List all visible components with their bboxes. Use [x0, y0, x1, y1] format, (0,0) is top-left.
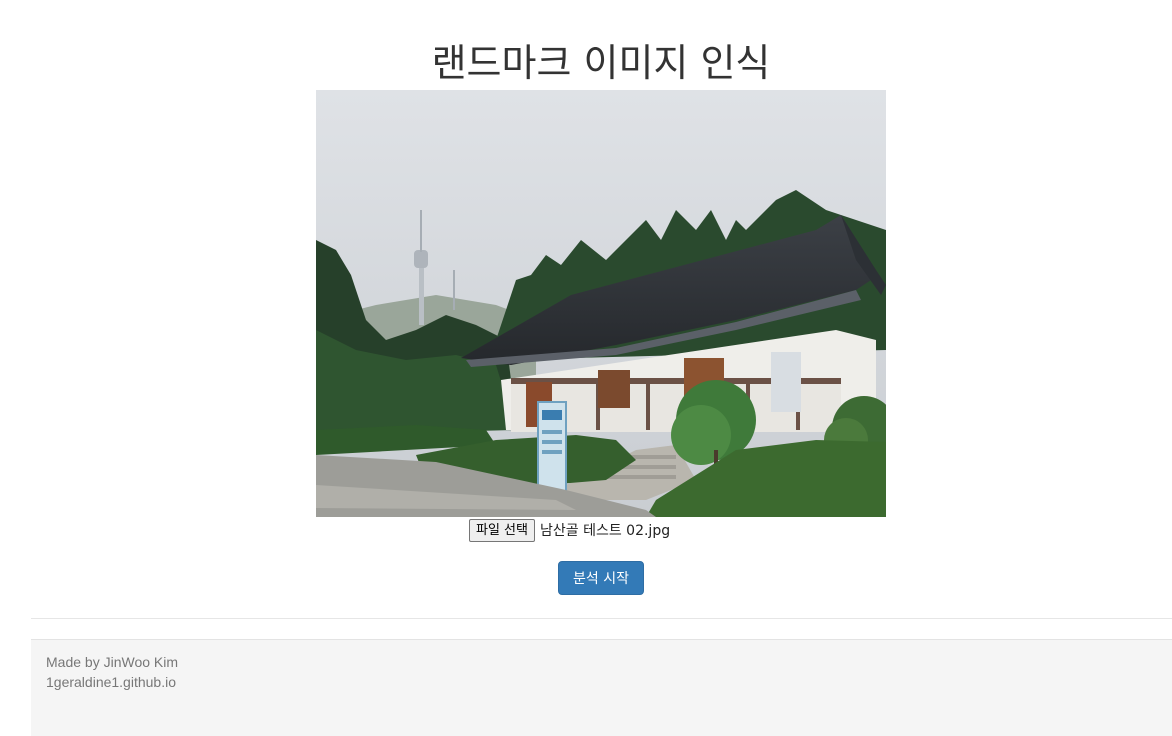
- analyze-button[interactable]: 분석 시작: [558, 561, 644, 595]
- footer: Made by JinWoo Kim 1geraldine1.github.io: [31, 639, 1172, 736]
- divider: [31, 618, 1172, 619]
- page: 랜드마크 이미지 인식 파일 선택 남산골 테스트 02.jpg 분석 시작 M…: [0, 0, 1172, 736]
- footer-author: Made by JinWoo Kim: [46, 654, 179, 670]
- image-preview: [316, 90, 886, 517]
- page-title: 랜드마크 이미지 인식: [431, 41, 771, 85]
- selected-file-name: 남산골 테스트 02.jpg: [539, 523, 671, 539]
- file-upload-row: 파일 선택 남산골 테스트 02.jpg: [469, 518, 670, 542]
- footer-site: 1geraldine1.github.io: [46, 674, 176, 690]
- choose-file-button[interactable]: 파일 선택: [469, 518, 535, 542]
